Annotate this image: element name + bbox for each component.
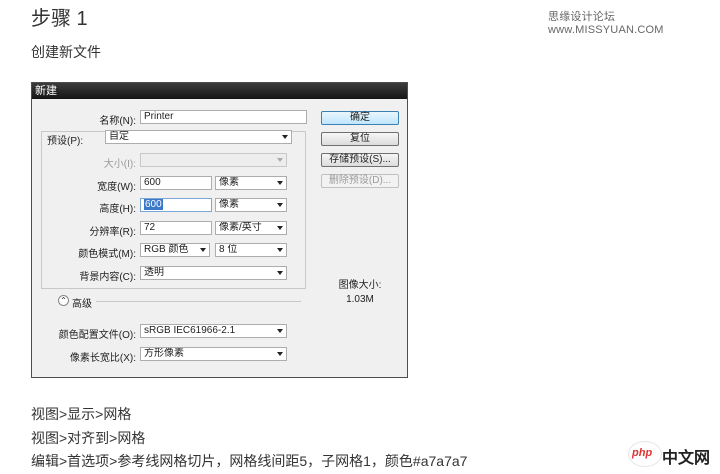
size-label: 大小(I): [103, 159, 136, 170]
preset-select[interactable]: 自定 [105, 130, 292, 144]
pixel-aspect-value: 方形像素 [144, 348, 184, 359]
site-watermark: 思缘设计论坛 www.MISSYUAN.COM [548, 11, 664, 36]
resolution-label: 分辨率(R): [89, 227, 136, 238]
chevron-down-icon [277, 352, 283, 356]
chevron-down-icon [277, 203, 283, 207]
width-unit-select[interactable]: 像素 [215, 176, 287, 190]
chevron-down-icon [200, 248, 206, 252]
chevron-down-icon [277, 158, 283, 162]
chevron-down-icon [277, 271, 283, 275]
bit-depth-select[interactable]: 8 位 [215, 243, 287, 257]
name-label: 名称(N): [99, 116, 136, 127]
section-subtitle: 创建新文件 [31, 44, 101, 60]
delete-preset-button[interactable]: 删除预设(D)... [321, 174, 399, 188]
height-unit-select[interactable]: 像素 [215, 198, 287, 212]
chevron-down-icon [277, 226, 283, 230]
size-select[interactable] [140, 153, 287, 167]
width-input[interactable]: 600 [140, 176, 212, 190]
width-unit-value: 像素 [219, 177, 239, 188]
php-cn-logo: php 中文网 [628, 441, 714, 467]
ok-button[interactable]: 确定 [321, 111, 399, 125]
preset-value: 自定 [109, 131, 129, 142]
height-value-selected: 600 [144, 199, 163, 210]
color-mode-label: 颜色模式(M): [78, 249, 136, 260]
advanced-label: 高级 [72, 299, 92, 310]
height-label: 高度(H): [99, 204, 136, 215]
resolution-unit-value: 像素/英寸 [219, 222, 262, 233]
height-input[interactable]: 600 [140, 198, 212, 212]
chevron-down-icon [277, 329, 283, 333]
chevron-down-icon [282, 135, 288, 139]
chevron-down-icon [277, 181, 283, 185]
resolution-unit-select[interactable]: 像素/英寸 [215, 221, 287, 235]
color-mode-select[interactable]: RGB 颜色 [140, 243, 210, 257]
instruction-line-1: 视图>显示>网格 [31, 406, 132, 422]
color-mode-value: RGB 颜色 [144, 244, 189, 255]
color-profile-value: sRGB IEC61966-2.1 [144, 325, 236, 336]
advanced-divider [96, 301, 301, 302]
chevron-down-icon [277, 248, 283, 252]
collapse-icon[interactable]: ⌃ [58, 295, 69, 306]
color-profile-select[interactable]: sRGB IEC61966-2.1 [140, 324, 287, 338]
pixel-aspect-label: 像素长宽比(X): [69, 353, 136, 364]
height-unit-value: 像素 [219, 199, 239, 210]
background-label: 背景内容(C): [79, 272, 136, 283]
instruction-line-3: 编辑>首选项>参考线网格切片，网格线间距5，子网格1，颜色#a7a7a7 [31, 453, 468, 469]
instruction-line-2: 视图>对齐到>网格 [31, 430, 146, 446]
logo-cn-text: 中文网 [662, 450, 711, 467]
save-preset-button[interactable]: 存储预设(S)... [321, 153, 399, 167]
pixel-aspect-select[interactable]: 方形像素 [140, 347, 287, 361]
dialog-titlebar: 新建 [32, 83, 407, 99]
background-value: 透明 [144, 267, 164, 278]
image-size-label: 图像大小: [338, 280, 382, 291]
image-size-value: 1.03M [346, 294, 374, 305]
bit-depth-value: 8 位 [219, 244, 238, 255]
new-document-dialog: 新建 名称(N): Printer 预设(P): 自定 大小(I): 宽度(W)… [31, 82, 408, 378]
name-input[interactable]: Printer [140, 110, 307, 124]
reset-button[interactable]: 复位 [321, 132, 399, 146]
step-title: 步骤 1 [31, 8, 88, 30]
width-label: 宽度(W): [97, 182, 136, 193]
background-select[interactable]: 透明 [140, 266, 287, 280]
preset-label: 预设(P): [45, 132, 105, 147]
color-profile-label: 颜色配置文件(O): [58, 330, 136, 341]
logo-php-text: php [632, 447, 653, 459]
resolution-input[interactable]: 72 [140, 221, 212, 235]
